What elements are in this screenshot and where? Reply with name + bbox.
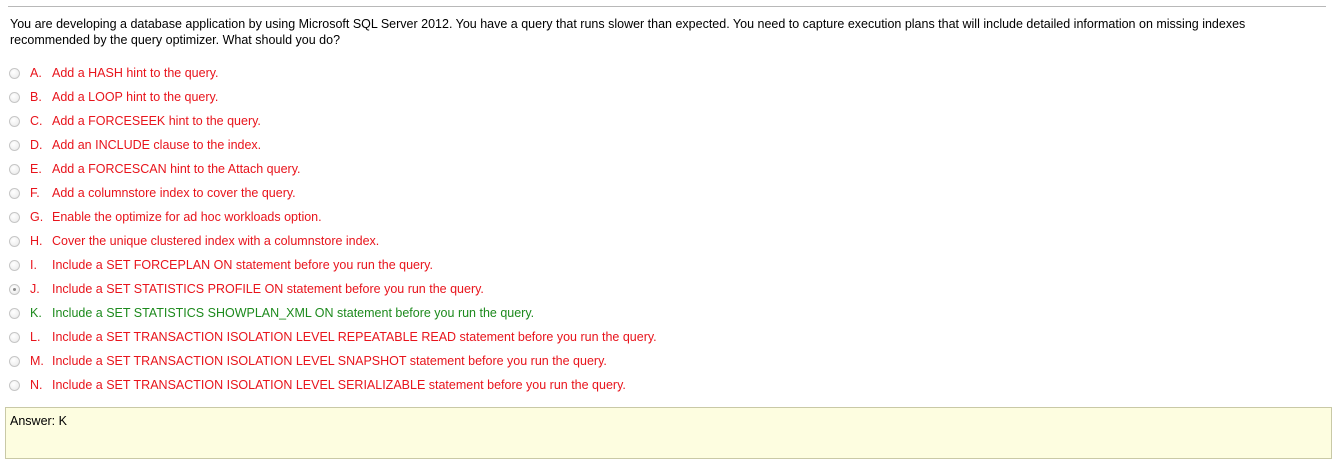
radio-button-i[interactable] (9, 259, 20, 271)
option-m[interactable]: M. Include a SET TRANSACTION ISOLATION L… (9, 349, 1309, 373)
option-letter: M. (30, 354, 44, 368)
option-letter: F. (30, 186, 40, 200)
option-label[interactable]: Add an INCLUDE clause to the index. (52, 138, 261, 152)
option-h[interactable]: H. Cover the unique clustered index with… (9, 229, 1309, 253)
option-letter: B. (30, 90, 42, 104)
option-label[interactable]: Add a HASH hint to the query. (52, 66, 219, 80)
option-d[interactable]: D. Add an INCLUDE clause to the index. (9, 133, 1309, 157)
radio-button-n[interactable] (9, 379, 20, 391)
radio-button-d[interactable] (9, 139, 20, 151)
option-letter: K. (30, 306, 42, 320)
option-label[interactable]: Include a SET STATISTICS SHOWPLAN_XML ON… (52, 306, 534, 320)
radio-button-h[interactable] (9, 235, 20, 247)
option-j[interactable]: J. Include a SET STATISTICS PROFILE ON s… (9, 277, 1309, 301)
radio-button-g[interactable] (9, 211, 20, 223)
option-b[interactable]: B. Add a LOOP hint to the query. (9, 85, 1309, 109)
option-label[interactable]: Add a FORCESEEK hint to the query. (52, 114, 261, 128)
radio-button-m[interactable] (9, 355, 20, 367)
option-label[interactable]: Include a SET TRANSACTION ISOLATION LEVE… (52, 378, 626, 392)
option-label[interactable]: Include a SET STATISTICS PROFILE ON stat… (52, 282, 484, 296)
answer-text: Answer: K (10, 414, 67, 428)
radio-button-l[interactable] (9, 331, 20, 343)
question-text: You are developing a database applicatio… (10, 17, 1246, 47)
option-letter: N. (30, 378, 43, 392)
option-e[interactable]: E. Add a FORCESCAN hint to the Attach qu… (9, 157, 1309, 181)
option-label[interactable]: Enable the optimize for ad hoc workloads… (52, 210, 322, 224)
option-label[interactable]: Cover the unique clustered index with a … (52, 234, 379, 248)
option-label[interactable]: Add a LOOP hint to the query. (52, 90, 218, 104)
option-n[interactable]: N. Include a SET TRANSACTION ISOLATION L… (9, 373, 1309, 397)
radio-button-b[interactable] (9, 91, 20, 103)
option-label[interactable]: Include a SET FORCEPLAN ON statement bef… (52, 258, 433, 272)
top-divider (8, 6, 1326, 7)
option-letter: E. (30, 162, 42, 176)
option-k[interactable]: K. Include a SET STATISTICS SHOWPLAN_XML… (9, 301, 1309, 325)
option-l[interactable]: L. Include a SET TRANSACTION ISOLATION L… (9, 325, 1309, 349)
option-label[interactable]: Include a SET TRANSACTION ISOLATION LEVE… (52, 330, 657, 344)
radio-button-j[interactable] (9, 283, 20, 295)
radio-button-e[interactable] (9, 163, 20, 175)
option-letter: D. (30, 138, 43, 152)
radio-button-k[interactable] (9, 307, 20, 319)
option-label[interactable]: Include a SET TRANSACTION ISOLATION LEVE… (52, 354, 607, 368)
option-letter: G. (30, 210, 44, 224)
option-letter: J. (30, 282, 40, 296)
answer-options-list: A. Add a HASH hint to the query. B. Add … (9, 61, 1309, 397)
option-letter: H. (30, 234, 43, 248)
option-letter: A. (30, 66, 42, 80)
answer-box: Answer: K (5, 407, 1332, 459)
option-f[interactable]: F. Add a columnstore index to cover the … (9, 181, 1309, 205)
radio-button-c[interactable] (9, 115, 20, 127)
radio-button-a[interactable] (9, 67, 20, 79)
option-letter: I. (30, 258, 37, 272)
option-label[interactable]: Add a FORCESCAN hint to the Attach query… (52, 162, 301, 176)
option-i[interactable]: I. Include a SET FORCEPLAN ON statement … (9, 253, 1309, 277)
option-label[interactable]: Add a columnstore index to cover the que… (52, 186, 296, 200)
option-g[interactable]: G. Enable the optimize for ad hoc worklo… (9, 205, 1309, 229)
option-c[interactable]: C. Add a FORCESEEK hint to the query. (9, 109, 1309, 133)
radio-button-f[interactable] (9, 187, 20, 199)
option-letter: C. (30, 114, 43, 128)
option-a[interactable]: A. Add a HASH hint to the query. (9, 61, 1309, 85)
option-letter: L. (30, 330, 41, 344)
